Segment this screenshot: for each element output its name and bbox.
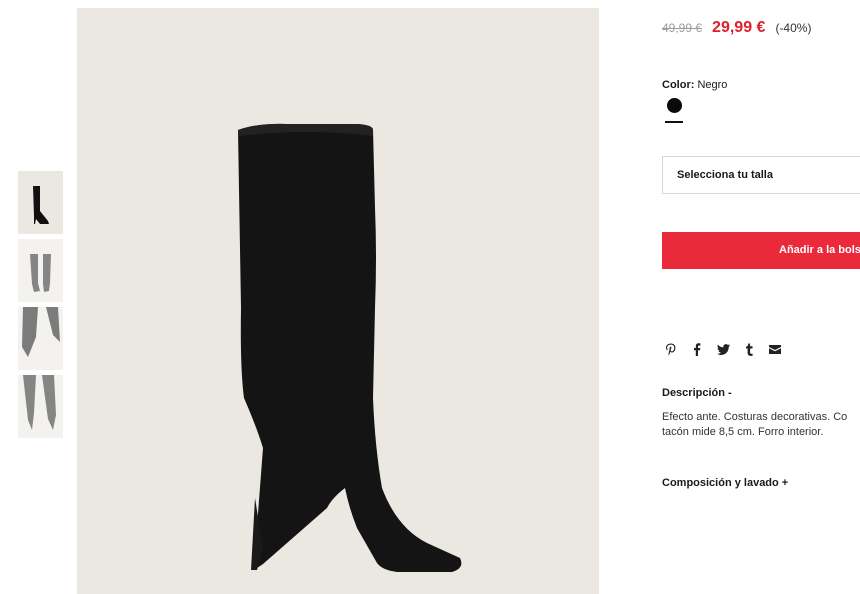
discount-percentage: (-40%) — [775, 21, 812, 35]
composition-heading[interactable]: Composición y lavado + — [662, 477, 788, 489]
add-to-bag-button[interactable]: Añadir a la bolsa — [662, 232, 860, 269]
description-text: Efecto ante. Costuras decorativas. Co ta… — [662, 410, 860, 440]
thumbnail-1[interactable] — [18, 171, 63, 234]
boot-image — [238, 123, 462, 572]
thumbnail-3[interactable] — [18, 307, 63, 370]
sale-price: 29,99 € — [712, 19, 766, 36]
email-icon[interactable] — [766, 340, 784, 358]
toe-detail-thumbnail-image — [22, 307, 60, 357]
legs-back-thumbnail-image — [23, 375, 56, 430]
share-icons — [662, 340, 792, 358]
thumbnail-2[interactable] — [18, 239, 63, 302]
thumbnail-gallery — [18, 171, 63, 443]
price-row: 49,99 € 29,99 € (-40%) — [662, 19, 811, 37]
size-select[interactable]: Selecciona tu talla — [662, 156, 860, 194]
main-product-image[interactable] — [77, 8, 599, 594]
color-swatch-black[interactable] — [667, 98, 682, 113]
original-price: 49,99 € — [662, 21, 703, 35]
color-value: Negro — [697, 79, 728, 91]
pinterest-icon[interactable] — [662, 340, 680, 358]
legs-front-thumbnail-image — [30, 254, 51, 292]
description-line-1: Efecto ante. Costuras decorativas. Co — [662, 411, 848, 423]
tumblr-icon[interactable] — [740, 340, 758, 358]
color-label-row: Color: Negro — [662, 79, 727, 91]
boot-thumbnail-image — [33, 186, 49, 224]
selected-swatch-indicator — [665, 121, 683, 123]
twitter-icon[interactable] — [714, 340, 732, 358]
thumbnail-4[interactable] — [18, 375, 63, 438]
description-heading[interactable]: Descripción - — [662, 387, 732, 399]
facebook-icon[interactable] — [688, 340, 706, 358]
color-label: Color: — [662, 79, 695, 91]
description-line-2: tacón mide 8,5 cm. Forro interior. — [662, 426, 824, 438]
